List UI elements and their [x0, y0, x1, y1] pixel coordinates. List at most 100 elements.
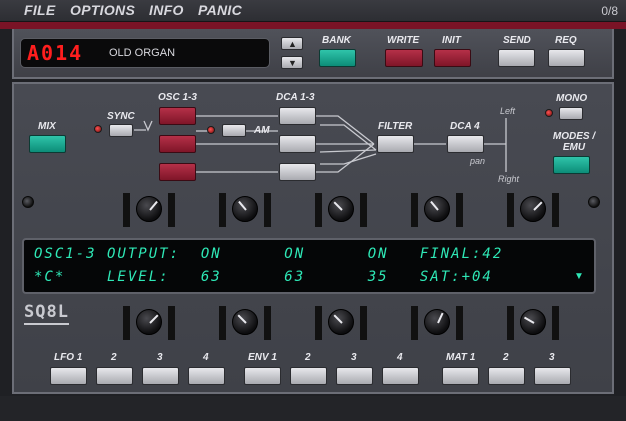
knob-pointer — [523, 316, 535, 324]
mono-button[interactable] — [559, 107, 583, 120]
mat1-button[interactable] — [442, 367, 479, 385]
pan-label: pan — [470, 156, 486, 166]
lfo3-button[interactable] — [142, 367, 179, 385]
knob-top-1[interactable] — [136, 196, 162, 222]
mat2-button[interactable] — [488, 367, 525, 385]
env4-button[interactable] — [382, 367, 419, 385]
knob-pointer — [149, 200, 158, 211]
right-label: Right — [498, 174, 520, 184]
knob-well-bar — [264, 193, 271, 227]
knob-pointer — [149, 314, 159, 324]
knob-well-bar — [123, 306, 130, 340]
lfo2-label: 2 — [111, 352, 117, 363]
sync-led — [94, 125, 102, 133]
knob-bottom-1[interactable] — [136, 309, 162, 335]
sync-button[interactable] — [109, 124, 133, 137]
knob-well-bar — [456, 193, 463, 227]
mat3-label: 3 — [549, 352, 555, 363]
osc1-button[interactable] — [159, 107, 196, 125]
mono-label: MONO — [556, 93, 588, 104]
env1-label: ENV 1 — [248, 352, 277, 363]
filter-label: FILTER — [378, 121, 413, 132]
knob-well-bar — [219, 306, 226, 340]
sync-label: SYNC — [107, 111, 135, 122]
bottom-strip — [0, 396, 626, 421]
env2-label: 2 — [305, 352, 311, 363]
lfo4-button[interactable] — [188, 367, 225, 385]
am-button[interactable] — [222, 124, 246, 137]
triangle-down-icon[interactable]: ▼ — [574, 271, 584, 282]
knob-top-4[interactable] — [424, 196, 450, 222]
knob-pointer — [238, 200, 247, 211]
mono-led — [545, 109, 553, 117]
mat3-button[interactable] — [534, 367, 571, 385]
sq8l-synth-window: FILE OPTIONS INFO PANIC 0/8 A014 OLD ORG… — [0, 0, 626, 421]
knob-well-bar — [507, 193, 514, 227]
env1-button[interactable] — [244, 367, 281, 385]
knob-top-2[interactable] — [232, 196, 258, 222]
knob-well — [219, 306, 271, 340]
knob-well-bar — [168, 193, 175, 227]
knob-well-bar — [168, 306, 175, 340]
knob-pointer — [237, 314, 247, 324]
dca4-button[interactable] — [447, 135, 484, 153]
mix-button[interactable] — [29, 135, 66, 153]
knob-bottom-4[interactable] — [424, 309, 450, 335]
lfo2-button[interactable] — [96, 367, 133, 385]
knob-well — [123, 306, 175, 340]
knob-well-bar — [360, 193, 367, 227]
knob-top-3[interactable] — [328, 196, 354, 222]
knob-well — [315, 306, 367, 340]
knob-pointer — [333, 314, 343, 324]
knob-bottom-3[interactable] — [328, 309, 354, 335]
knob-bottom-2[interactable] — [232, 309, 258, 335]
knob-well-bar — [264, 306, 271, 340]
display-line-1: OSC1-3 OUTPUT: ON ON ON FINAL:42 — [34, 246, 504, 262]
knob-well-bar — [315, 193, 322, 227]
osc2-button[interactable] — [159, 135, 196, 153]
sq8l-logo: SQ8L — [24, 302, 69, 325]
am-label: AM — [254, 125, 270, 136]
mat1-label: MAT 1 — [446, 352, 476, 363]
knob-pointer — [533, 201, 543, 211]
modes-label: MODES / EMU — [552, 131, 596, 153]
knob-well-bar — [552, 193, 559, 227]
knob-pointer — [437, 312, 444, 324]
knob-well — [411, 193, 463, 227]
knob-well-bar — [456, 306, 463, 340]
env4-label: 4 — [397, 352, 403, 363]
osc3-button[interactable] — [159, 163, 196, 181]
knob-well — [507, 306, 559, 340]
knob-bottom-5[interactable] — [520, 309, 546, 335]
modes-button[interactable] — [553, 156, 590, 174]
am-led — [207, 126, 215, 134]
knob-well-bar — [360, 306, 367, 340]
dca2-button[interactable] — [279, 135, 316, 153]
dca3-button[interactable] — [279, 163, 316, 181]
env3-button[interactable] — [336, 367, 373, 385]
knob-well — [315, 193, 367, 227]
knob-well-bar — [123, 193, 130, 227]
knob-pointer — [333, 201, 343, 211]
knob-well-bar — [411, 193, 418, 227]
knob-pointer — [430, 200, 439, 211]
lfo3-label: 3 — [157, 352, 163, 363]
display-line-2: *C* LEVEL: 63 63 35 SAT:+04 — [34, 269, 493, 285]
filter-button[interactable] — [377, 135, 414, 153]
dca1-button[interactable] — [279, 107, 316, 125]
knob-top-5[interactable] — [520, 196, 546, 222]
dca4-label: DCA 4 — [450, 121, 480, 132]
env2-button[interactable] — [290, 367, 327, 385]
mix-label: MIX — [38, 121, 56, 132]
mat2-label: 2 — [503, 352, 509, 363]
dca13-label: DCA 1-3 — [276, 92, 315, 103]
lfo1-label: LFO 1 — [54, 352, 83, 363]
lfo1-button[interactable] — [50, 367, 87, 385]
knob-well-bar — [219, 193, 226, 227]
knob-well — [507, 193, 559, 227]
knob-well-bar — [552, 306, 559, 340]
knob-well-bar — [315, 306, 322, 340]
knob-well — [123, 193, 175, 227]
parameter-display: OSC1-3 OUTPUT: ON ON ON FINAL:42 *C* LEV… — [22, 238, 596, 294]
lfo4-label: 4 — [203, 352, 209, 363]
